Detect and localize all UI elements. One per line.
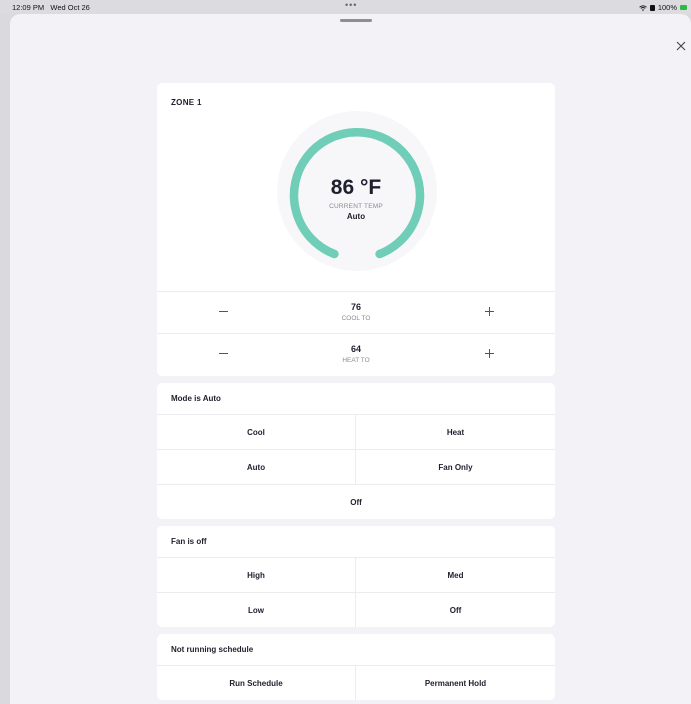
status-icons: 100% <box>639 3 687 12</box>
close-icon[interactable] <box>674 39 688 53</box>
multitasking-dots[interactable]: ••• <box>345 0 357 10</box>
sheet-grabber[interactable] <box>340 19 372 22</box>
fan-high-button[interactable]: High <box>157 557 356 592</box>
lock-icon <box>649 4 655 11</box>
permanent-hold-button[interactable]: Permanent Hold <box>356 665 555 700</box>
fan-med-button[interactable]: Med <box>356 557 555 592</box>
fan-card: Fan is off High Med Low Off <box>157 526 555 627</box>
battery-percent: 100% <box>657 3 677 12</box>
current-temp-label: CURRENT TEMP <box>329 203 383 210</box>
mode-title: Mode is Auto <box>171 394 221 403</box>
heat-increase-button[interactable] <box>480 344 500 364</box>
battery-icon <box>680 5 687 10</box>
modal-sheet: ZONE 1 86 °F CURRENT TEMP Auto 76 COOL T… <box>10 14 691 704</box>
fan-low-button[interactable]: Low <box>157 592 356 627</box>
current-mode: Auto <box>346 212 366 221</box>
run-schedule-button[interactable]: Run Schedule <box>157 665 356 700</box>
fan-off-button[interactable]: Off <box>356 592 555 627</box>
mode-auto-button[interactable]: Auto <box>157 449 356 484</box>
wifi-icon <box>639 4 647 11</box>
current-temperature: 86 °F <box>330 176 382 199</box>
mode-off-button[interactable]: Off <box>157 484 555 519</box>
status-time: 12:09 PM Wed Oct 26 <box>12 3 90 12</box>
heat-setpoint-row: 64 HEAT TO <box>157 333 555 376</box>
mode-heat-button[interactable]: Heat <box>356 414 555 449</box>
cool-setpoint-row: 76 COOL TO <box>157 291 555 334</box>
schedule-card: Not running schedule Run Schedule Perman… <box>157 634 555 700</box>
mode-card: Mode is Auto Cool Heat Auto Fan Only Off <box>157 383 555 519</box>
status-bar: 12:09 PM Wed Oct 26 ••• 100% <box>0 0 691 14</box>
cool-increase-button[interactable] <box>480 302 500 322</box>
zone-title: ZONE 1 <box>171 98 202 107</box>
schedule-title: Not running schedule <box>171 645 254 654</box>
fan-title: Fan is off <box>171 537 207 546</box>
mode-cool-button[interactable]: Cool <box>157 414 356 449</box>
mode-fan-only-button[interactable]: Fan Only <box>356 449 555 484</box>
zone-card: ZONE 1 86 °F CURRENT TEMP Auto 76 COOL T… <box>157 83 555 376</box>
